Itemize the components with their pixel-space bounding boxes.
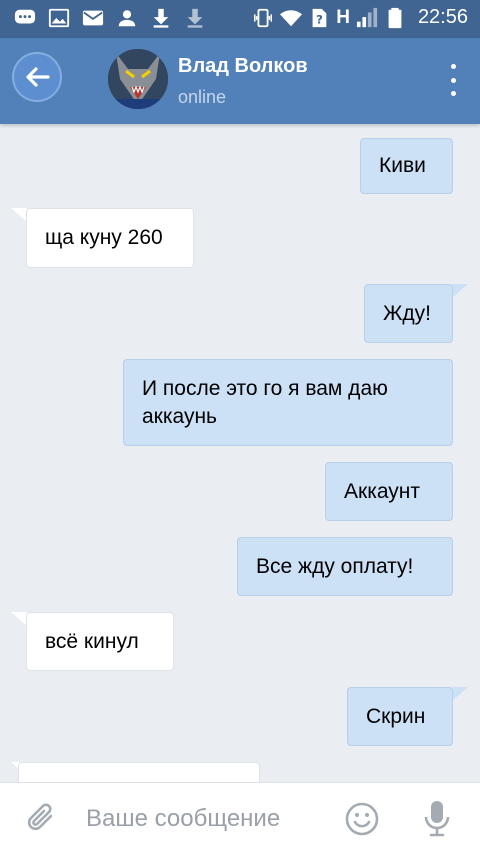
message-outgoing[interactable]: И после это го я вам даю аккаунь	[123, 359, 453, 446]
vibrate-icon	[254, 8, 273, 27]
message-text: И после это го я вам даю аккаунь	[142, 376, 388, 428]
download-icon	[153, 8, 169, 28]
microphone-icon[interactable]	[422, 799, 452, 837]
wifi-icon	[280, 9, 303, 26]
svg-text:?: ?	[316, 12, 323, 26]
message-input[interactable]	[86, 801, 326, 837]
more-vertical-icon[interactable]	[446, 64, 460, 96]
message-outgoing[interactable]: Все жду оплату!	[237, 537, 453, 596]
network-type-label: H	[336, 6, 350, 28]
message-incoming[interactable]: всё кинул	[26, 612, 174, 671]
message-text: ща куну 260	[45, 226, 163, 249]
mail-icon	[82, 10, 104, 26]
contact-name[interactable]: Влад Волков	[178, 55, 308, 78]
paperclip-icon[interactable]	[24, 801, 58, 835]
message-text: Все жду оплату!	[256, 554, 414, 578]
message-outgoing[interactable]: Киви	[360, 138, 453, 194]
signal-icon	[356, 7, 378, 27]
contact-avatar[interactable]	[108, 49, 168, 109]
chat-notification-icon	[14, 9, 36, 24]
arrow-left-icon	[26, 67, 50, 87]
message-text: Аккаунт	[344, 479, 421, 503]
status-bar: ? H 22:56	[0, 0, 480, 38]
contact-status: online	[178, 87, 227, 107]
message-text: Скрин	[366, 704, 426, 728]
back-button[interactable]	[12, 52, 62, 102]
no-sim-icon: ?	[312, 8, 327, 27]
bubble-tail	[11, 208, 27, 222]
message-incoming[interactable]: ща куну 260	[26, 208, 194, 268]
message-list[interactable]: Киви ща куну 260 Жду! И после это го я в…	[0, 124, 480, 782]
person-icon	[118, 10, 136, 27]
message-outgoing[interactable]: Аккаунт	[325, 462, 453, 521]
image-icon	[48, 8, 70, 28]
chat-header: Влад Волков online	[0, 38, 480, 124]
bubble-tail	[452, 687, 468, 701]
message-composer	[0, 782, 480, 854]
message-outgoing[interactable]: Жду!	[364, 284, 453, 343]
wolf-avatar-image	[108, 49, 168, 109]
message-text: Киви	[379, 154, 426, 177]
message-text: Жду!	[383, 301, 431, 325]
bubble-tail	[452, 284, 468, 298]
clock: 22:56	[417, 6, 468, 28]
message-incoming[interactable]	[18, 762, 260, 782]
message-outgoing[interactable]: Скрин	[347, 687, 453, 746]
message-text: всё кинул	[45, 629, 139, 653]
smiley-icon[interactable]	[344, 801, 380, 837]
bubble-tail	[11, 612, 27, 626]
battery-icon	[388, 7, 402, 28]
download-icon	[187, 8, 203, 28]
